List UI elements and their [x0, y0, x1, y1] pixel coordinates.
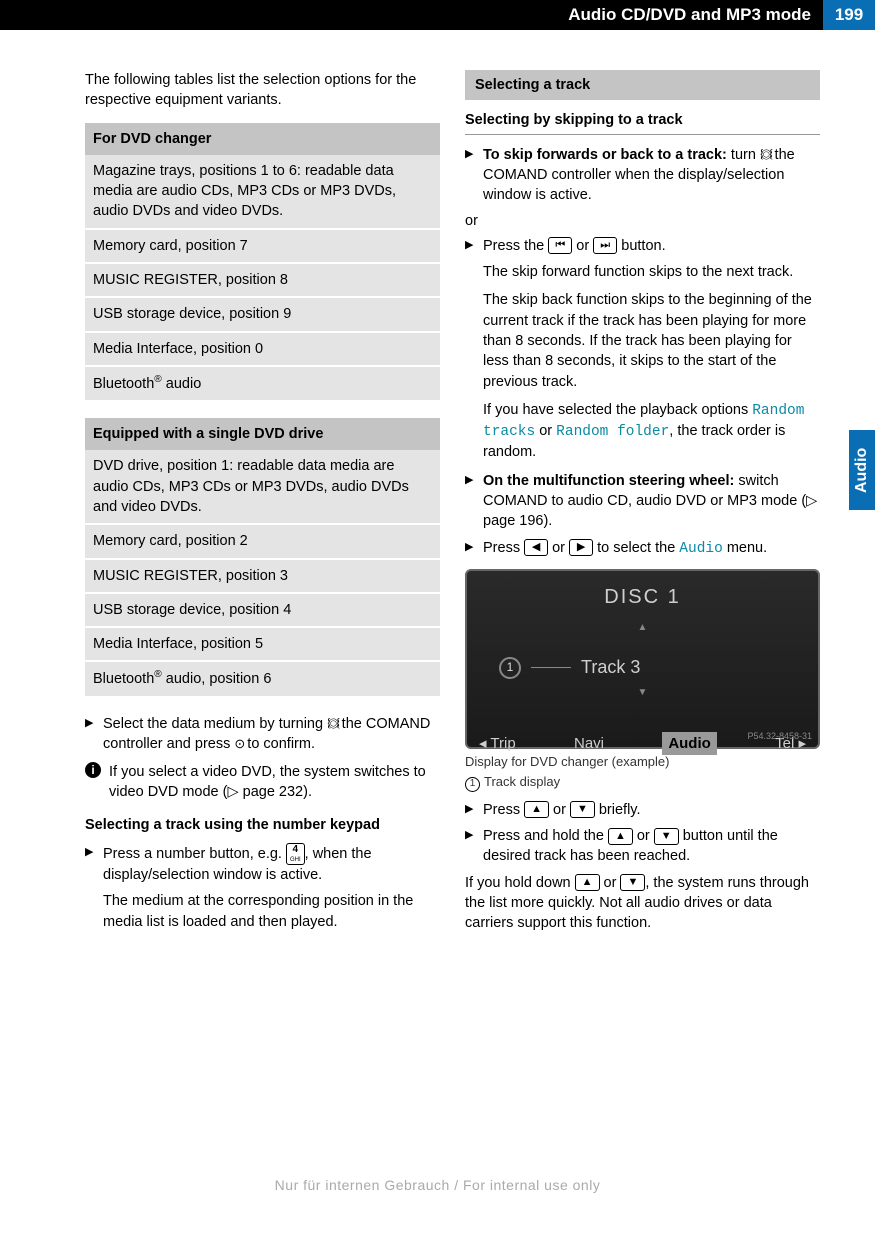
main-content: The following tables list the selection …	[0, 30, 875, 1165]
down-arrow-button-icon: ▼	[570, 801, 595, 818]
step-extra-text: If you have selected the playback option…	[465, 400, 820, 463]
triangle-icon: ▶	[465, 473, 473, 488]
track-label: Track 3	[581, 655, 640, 680]
table2-header: Equipped with a single DVD drive	[85, 418, 440, 450]
down-arrow-button-icon: ▼	[654, 828, 679, 845]
menu-audio-selected: Audio	[662, 732, 717, 755]
circle-1-icon: 1	[465, 777, 480, 792]
menu-audio-label: Audio	[679, 541, 723, 557]
disc-label: DISC 1	[479, 583, 806, 611]
step-extra-text: The medium at the corresponding position…	[85, 891, 440, 932]
triangle-icon: ▶	[85, 716, 93, 731]
option-random-folder: Random folder	[556, 424, 669, 440]
table-row: USB storage device, position 9	[85, 298, 440, 332]
step-text: Press and hold the ▲ or ▼ button until t…	[483, 828, 778, 864]
heading-number-keypad: Selecting a track using the number keypa…	[85, 815, 440, 835]
info-icon: i	[85, 762, 101, 778]
skip-forward-button-icon: ⏭	[593, 237, 617, 254]
left-arrow-button-icon: ◀	[524, 539, 548, 556]
info-text: If you select a video DVD, the system sw…	[109, 764, 426, 800]
image-ref: P54.32-8458-31	[747, 730, 812, 743]
step-skip-track: ▶ To skip forwards or back to a track: t…	[465, 145, 820, 206]
page-number: 199	[823, 0, 875, 30]
step-press-hold: ▶ Press and hold the ▲ or ▼ button until…	[465, 826, 820, 867]
page-header: Audio CD/DVD and MP3 mode 199	[0, 0, 875, 30]
table-row: USB storage device, position 4	[85, 594, 440, 628]
header-title: Audio CD/DVD and MP3 mode	[0, 0, 823, 30]
up-arrow-button-icon: ▲	[575, 874, 600, 891]
step-mfw: ▶ On the multifunction steering wheel: s…	[465, 471, 820, 532]
table-row: Bluetooth® audio	[85, 367, 440, 402]
down-arrow-button-icon: ▼	[620, 874, 645, 891]
table-row: Bluetooth® audio, position 6	[85, 662, 440, 697]
table-dvd-changer: For DVD changer Magazine trays, position…	[85, 123, 440, 403]
table-row: Magazine trays, positions 1 to 6: readab…	[85, 155, 440, 230]
step-press-number: ▶ Press a number button, e.g. 4GHI, when…	[85, 843, 440, 885]
caption-display: Display for DVD changer (example)	[465, 753, 820, 771]
menu-navi: Navi	[574, 733, 604, 754]
menu-trip: ◂ Trip	[479, 733, 516, 754]
section-bar-selecting-track: Selecting a track	[465, 70, 820, 100]
info-video-dvd: i If you select a video DVD, the system …	[85, 762, 440, 803]
triangle-icon: ▶	[85, 845, 93, 860]
step-text: Press ▲ or ▼ briefly.	[483, 802, 641, 818]
up-arrow-button-icon: ▲	[608, 828, 633, 845]
table-row: DVD drive, position 1: readable data med…	[85, 450, 440, 525]
triangle-icon: ▶	[465, 147, 473, 162]
footer-watermark: Nur für internen Gebrauch / For internal…	[0, 1165, 875, 1205]
table-row: Memory card, position 7	[85, 230, 440, 264]
section-title-skipping: Selecting by skipping to a track	[465, 110, 820, 134]
triangle-icon: ▶	[465, 802, 473, 817]
step-press-skip-buttons: ▶ Press the ⏮ or ⏭ button.	[465, 236, 820, 256]
table-row: Media Interface, position 5	[85, 628, 440, 662]
step-text: Select the data medium by turning 𝄔◎𝄔 th…	[103, 716, 430, 752]
step-text: On the multifunction steering wheel: swi…	[483, 473, 817, 530]
intro-text: The following tables list the selection …	[85, 70, 440, 111]
table-single-dvd: Equipped with a single DVD drive DVD dri…	[85, 418, 440, 698]
track-number-circle: 1	[499, 657, 521, 679]
table-row: MUSIC REGISTER, position 8	[85, 264, 440, 298]
caption-track-display: 1Track display	[465, 773, 820, 792]
display-example-image: DISC 1 ▲ 1 Track 3 ▼ ◂ Trip Navi Audio T…	[465, 569, 820, 749]
table-row: Memory card, position 2	[85, 525, 440, 559]
chevron-down-icon: ▼	[479, 686, 806, 700]
rotate-controller-icon: 𝄔◎𝄔	[327, 715, 338, 733]
table1-header: For DVD changer	[85, 123, 440, 155]
press-controller-icon: ⊙	[234, 735, 243, 753]
hold-down-note: If you hold down ▲ or ▼, the system runs…	[465, 873, 820, 934]
skip-back-button-icon: ⏮	[548, 237, 572, 254]
step-extra-text: The skip forward function skips to the n…	[465, 262, 820, 282]
step-press-arrows: ▶ Press ◀ or ▶ to select the Audio menu.	[465, 538, 820, 559]
up-arrow-button-icon: ▲	[524, 801, 549, 818]
keypad-4-button-icon: 4GHI	[286, 843, 305, 865]
triangle-icon: ▶	[465, 828, 473, 843]
right-arrow-button-icon: ▶	[569, 539, 593, 556]
triangle-icon: ▶	[465, 238, 473, 253]
table-row: MUSIC REGISTER, position 3	[85, 560, 440, 594]
or-label: or	[465, 211, 820, 231]
step-extra-text: The skip back function skips to the begi…	[465, 290, 820, 391]
step-text: Press the ⏮ or ⏭ button.	[483, 238, 666, 254]
rotate-controller-icon: 𝄔◎𝄔	[760, 146, 771, 164]
step-select-medium: ▶ Select the data medium by turning 𝄔◎𝄔 …	[85, 714, 440, 755]
step-press-brief: ▶ Press ▲ or ▼ briefly.	[465, 800, 820, 820]
triangle-icon: ▶	[465, 540, 473, 555]
step-text: Press a number button, e.g. 4GHI, when t…	[103, 846, 372, 883]
step-text: To skip forwards or back to a track: tur…	[483, 147, 795, 204]
table-row: Media Interface, position 0	[85, 333, 440, 367]
line-icon	[531, 667, 571, 668]
chevron-up-icon: ▲	[479, 621, 806, 635]
side-tab-audio: Audio	[849, 430, 875, 510]
step-text: Press ◀ or ▶ to select the Audio menu.	[483, 540, 767, 556]
